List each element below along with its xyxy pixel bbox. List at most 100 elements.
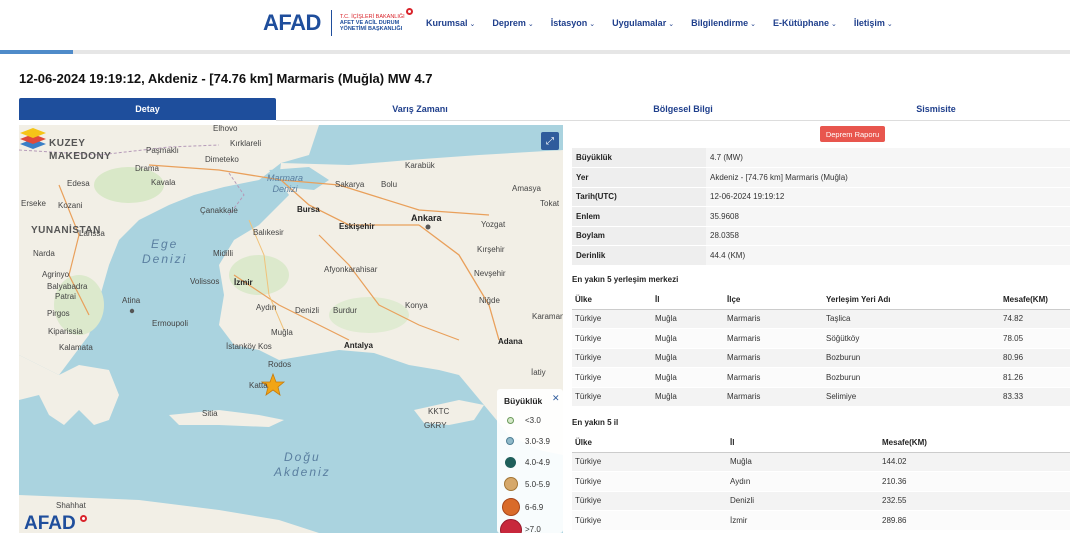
label-denizli: Denizli [295,306,320,315]
label-volissos: Volissos [190,277,220,286]
label-pasmakli: Paşmaklı [146,146,179,155]
table-header-row: Ülke İl Mesafe(KM) [572,433,1070,453]
legend-label: >7.0 [525,525,541,533]
logo-dot [405,8,413,15]
label-burdur: Burdur [333,306,358,315]
site-header: AFAD T.C. İÇİŞLERİ BAKANLIĞI AFET VE ACİ… [0,0,1070,50]
afad-logo[interactable]: AFAD T.C. İÇİŞLERİ BAKANLIĞI AFET VE ACİ… [263,8,413,36]
legend-title: Büyüklük [504,396,543,406]
atina-marker [129,308,135,314]
label-ankara: Ankara [411,213,442,223]
nav-deprem[interactable]: Deprem ⌄ [492,18,533,28]
nav-kurumsal[interactable]: Kurumsal ⌄ [426,18,475,28]
chevron-down-icon: ⌄ [469,21,476,28]
table-cell: Muğla [727,452,879,472]
label-eskisehir: Eskişehir [339,222,375,231]
table-row: Türkiye Muğla Marmaris Bozburun 81.26 [572,367,1070,388]
label-sakarya: Sakarya [335,180,365,189]
column-header: İl [652,290,724,310]
label-balikesir: Balıkesir [253,228,284,237]
label-nevsehir: Nevşehir [474,269,506,278]
nav-uygulamalar[interactable]: Uygulamalar ⌄ [612,18,674,28]
legend-dot [500,519,522,533]
label-shahhat: Shahhat [56,501,86,510]
info-value: 4.7 (MW) [706,148,1070,168]
label-marmara-denizi: Marmara Denizi [267,173,304,194]
table-cell: Bozburun [823,348,1000,368]
earthquake-report-button[interactable]: Deprem Raporu [820,126,885,142]
nav-istasyon[interactable]: İstasyon ⌄ [551,18,595,28]
table-cell: 144.02 [879,452,1070,472]
chevron-down-icon: ⌄ [750,21,756,28]
table-cell: 289.86 [879,510,1070,531]
info-value: Akdeniz - [74.76 km] Marmaris (Muğla) [706,167,1070,188]
table-cell: Türkiye [572,510,727,531]
legend-item: 3.0-3.9 [497,433,563,451]
label-kiparissia: Kiparissia [48,327,83,336]
label-kavala: Kavala [151,178,176,187]
map-watermark-logo: AFAD [24,513,76,533]
table-cell: Türkiye [572,328,652,349]
column-header: İlçe [724,290,823,310]
column-header: Mesafe(KM) [1000,290,1070,310]
expand-map-button[interactable]: ⤢ [541,132,559,150]
tab-sismisite[interactable]: Sismisite [802,98,1070,120]
label-kalamata: Kalamata [59,343,93,352]
legend-label: 6-6.9 [525,503,544,512]
info-key: Enlem [572,206,706,227]
table-cell: Marmaris [724,328,823,349]
label-iatiy: İatiy [531,368,546,377]
legend-dot [506,437,514,445]
label-midilli: Midilli [213,249,233,258]
legend-item: 4.0-4.9 [497,452,563,470]
land-peloponnese [19,355,119,425]
table-cell: 81.26 [1000,367,1070,388]
label-sitia: Sitia [202,409,218,418]
label-balyabadra: Balyabadra [47,282,88,291]
table-cell: Türkiye [572,471,727,492]
label-adana: Adana [498,337,523,346]
table-cell: Türkiye [572,348,652,368]
label-agrinyo: Agrinyo [42,270,70,279]
provinces-title: En yakın 5 il [572,418,619,427]
magnitude-legend: Büyüklük ✕ <3.0 3.0-3.9 4.0-4.9 5.0-5.9 … [497,389,563,533]
tabs-divider [276,120,1070,121]
nav-label: Kurumsal [426,18,468,28]
legend-label: 3.0-3.9 [525,437,550,446]
tab-detay[interactable]: Detay [19,98,276,120]
nav-e-kutuphane[interactable]: E-Kütüphane ⌄ [773,18,837,28]
provinces-table: Ülke İl Mesafe(KM) Türkiye Muğla 144.02 Tü… [572,433,1070,531]
nav-label: Uygulamalar [612,18,667,28]
label-bolu: Bolu [381,180,398,189]
logo-wordmark: AFAD [263,10,321,35]
label-mugla: Muğla [271,328,293,337]
label-atina: Atina [122,296,141,305]
table-cell: 210.36 [879,471,1070,492]
main-nav: Kurumsal ⌄ Deprem ⌄ İstasyon ⌄ Uygulamalar ⌄… [426,18,910,28]
label-dimeteko: Dimeteko [205,155,239,164]
earthquake-map[interactable]: KUZEY MAKEDONY YUNANİSTAN Ege Denizi Doğu A… [19,125,563,533]
column-header: Yerleşim Yeri Adı [823,290,1000,310]
column-header: Ülke [572,433,727,453]
column-header: Mesafe(KM) [879,433,1070,453]
nav-bilgilendirme[interactable]: Bilgilendirme ⌄ [691,18,756,28]
nav-label: Bilgilendirme [691,18,749,28]
legend-dot [507,417,514,424]
close-icon[interactable]: ✕ [552,393,560,404]
table-cell: 232.55 [879,491,1070,511]
land-crete [169,410,284,427]
table-cell: Muğla [652,387,724,407]
chevron-down-icon: ⌄ [830,21,837,28]
tab-bolgesel-bilgi[interactable]: Bölgesel Bilgi [564,98,802,120]
info-row: Tarih(UTC) 12-06-2024 19:19:12 [572,187,1070,207]
layers-icon[interactable] [19,125,47,151]
label-bursa: Bursa [297,205,320,214]
legend-item: 5.0-5.9 [497,472,563,491]
label-elhovo: Elhovo [213,125,238,133]
label-karaman: Karaman [532,312,563,321]
nav-iletisim[interactable]: İletişim ⌄ [854,18,893,28]
label-tokat: Tokat [540,199,560,208]
tab-varis-zamani[interactable]: Varış Zamanı [276,98,564,120]
legend-label: 4.0-4.9 [525,458,550,467]
table-cell: 83.33 [1000,387,1070,407]
